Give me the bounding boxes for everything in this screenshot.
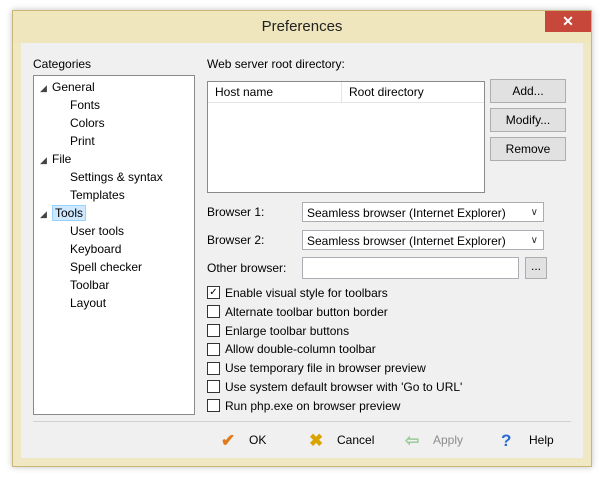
option-checkbox[interactable]: ✓ Enable visual style for toolbars — [207, 286, 388, 303]
modify-button[interactable]: Modify... — [490, 108, 566, 132]
checkbox-icon[interactable] — [207, 399, 220, 413]
option-label: Allow double-column toolbar — [225, 342, 376, 357]
option-checkbox[interactable]: Run php.exe on browser preview — [207, 399, 400, 416]
preferences-window: Preferences ✕ Categories ◢ General Fonts Co… — [12, 10, 592, 467]
option-label: Use system default browser with 'Go to U… — [225, 380, 463, 394]
title-bar[interactable]: Preferences ✕ — [13, 11, 591, 43]
column-divider[interactable] — [341, 82, 342, 102]
ok-label: OK — [249, 433, 267, 447]
option-label: Alternate toolbar button border — [225, 304, 388, 319]
ok-button[interactable]: ✔ OK — [221, 429, 266, 451]
checkbox-icon[interactable] — [207, 323, 220, 337]
other-browser-value — [303, 261, 307, 275]
tree-item[interactable]: ◢ Tools — [40, 205, 87, 223]
browser2-value: Seamless browser (Internet Explorer) — [307, 234, 506, 248]
list-header: Host name Root directory — [208, 82, 484, 103]
option-label: Run php.exe on browser preview — [225, 398, 401, 413]
cross-icon: ✖ — [309, 430, 324, 450]
help-label: Help — [529, 433, 554, 447]
option-label: Use temporary file in browser preview — [225, 361, 426, 376]
tree-item-label: Fonts — [70, 98, 101, 112]
tree-item-label: Spell checker — [70, 260, 143, 274]
tree-item-label: Settings & syntax — [70, 170, 163, 184]
expand-arrow-icon[interactable]: ◢ — [40, 206, 52, 223]
web-server-list[interactable]: Host name Root directory — [207, 81, 485, 193]
browser1-value: Seamless browser (Internet Explorer) — [307, 206, 506, 220]
tree-item-label: Toolbar — [70, 278, 110, 292]
browser1-label: Browser 1: — [207, 205, 265, 219]
browser2-select[interactable]: Seamless browser (Internet Explorer) ∨ — [302, 230, 544, 250]
tree-item-label: Templates — [70, 188, 125, 202]
option-label: Enlarge toolbar buttons — [225, 323, 350, 338]
option-checkbox[interactable]: Enlarge toolbar buttons — [207, 324, 349, 341]
cancel-button[interactable]: ✖ Cancel — [309, 429, 374, 451]
other-browser-label: Other browser: — [207, 261, 287, 275]
apply-button[interactable]: ⇦ Apply — [405, 429, 463, 451]
chevron-down-icon: ∨ — [530, 235, 538, 246]
checkbox-checked-icon[interactable]: ✓ — [207, 286, 220, 300]
option-checkbox[interactable]: Use system default browser with 'Go to U… — [207, 380, 462, 397]
footer-divider — [33, 421, 571, 422]
arrow-left-icon: ⇦ — [405, 430, 420, 450]
web-server-label: Web server root directory: — [207, 57, 345, 71]
question-icon: ? — [501, 430, 512, 450]
tree-item-label: General — [52, 80, 95, 94]
checkbox-icon[interactable] — [207, 305, 220, 319]
expand-arrow-icon[interactable]: ◢ — [40, 80, 52, 97]
tree-item-label: Print — [70, 134, 95, 148]
checkbox-icon[interactable] — [207, 361, 220, 375]
remove-button[interactable]: Remove — [490, 137, 566, 161]
tree-item[interactable]: Fonts — [70, 97, 100, 114]
browse-button[interactable]: ... — [525, 257, 547, 279]
dialog-content: Categories ◢ General Fonts Colors Print ◢ File… — [21, 43, 583, 458]
checkmark-icon: ✔ — [221, 430, 236, 450]
browser1-select[interactable]: Seamless browser (Internet Explorer) ∨ — [302, 202, 544, 222]
tree-item-label: Keyboard — [70, 242, 122, 256]
apply-label: Apply — [433, 433, 464, 447]
tree-item[interactable]: ◢ File — [40, 151, 71, 168]
help-button[interactable]: ? Help — [501, 429, 554, 451]
column-host-name[interactable]: Host name — [215, 85, 273, 99]
tree-item-label: Layout — [70, 296, 107, 310]
tree-item[interactable]: User tools — [70, 223, 124, 240]
tree-item[interactable]: Layout — [70, 295, 106, 312]
close-icon: ✕ — [562, 13, 574, 29]
tree-item-label: File — [52, 152, 72, 166]
tree-item-label: Tools — [52, 205, 87, 221]
column-root-directory[interactable]: Root directory — [349, 85, 424, 99]
categories-tree[interactable]: ◢ General Fonts Colors Print ◢ File Settings & … — [33, 75, 195, 415]
checkbox-icon[interactable] — [207, 380, 220, 394]
window-title: Preferences — [261, 18, 343, 35]
option-checkbox[interactable]: Allow double-column toolbar — [207, 342, 376, 359]
tree-item[interactable]: Toolbar — [70, 277, 109, 294]
tree-item[interactable]: ◢ General — [40, 79, 95, 96]
tree-item-label: User tools — [70, 224, 125, 238]
browser2-label: Browser 2: — [207, 233, 265, 247]
tree-item[interactable]: Keyboard — [70, 241, 121, 258]
tree-item[interactable]: Colors — [70, 115, 105, 132]
other-browser-input[interactable] — [302, 257, 519, 279]
option-checkbox[interactable]: Use temporary file in browser preview — [207, 361, 426, 378]
expand-arrow-icon[interactable]: ◢ — [40, 152, 52, 169]
cancel-label: Cancel — [337, 433, 375, 447]
tree-item[interactable]: Settings & syntax — [70, 169, 163, 186]
tree-item[interactable]: Print — [70, 133, 95, 150]
checkbox-icon[interactable] — [207, 342, 220, 356]
chevron-down-icon: ∨ — [530, 207, 538, 218]
option-label: Enable visual style for toolbars — [225, 286, 388, 300]
categories-label: Categories — [33, 57, 92, 71]
close-button[interactable]: ✕ — [545, 11, 591, 32]
add-button[interactable]: Add... — [490, 79, 566, 103]
option-checkbox[interactable]: Alternate toolbar button border — [207, 305, 388, 322]
tree-item-label: Colors — [70, 116, 105, 130]
tree-item[interactable]: Spell checker — [70, 259, 142, 276]
tree-item[interactable]: Templates — [70, 187, 125, 204]
